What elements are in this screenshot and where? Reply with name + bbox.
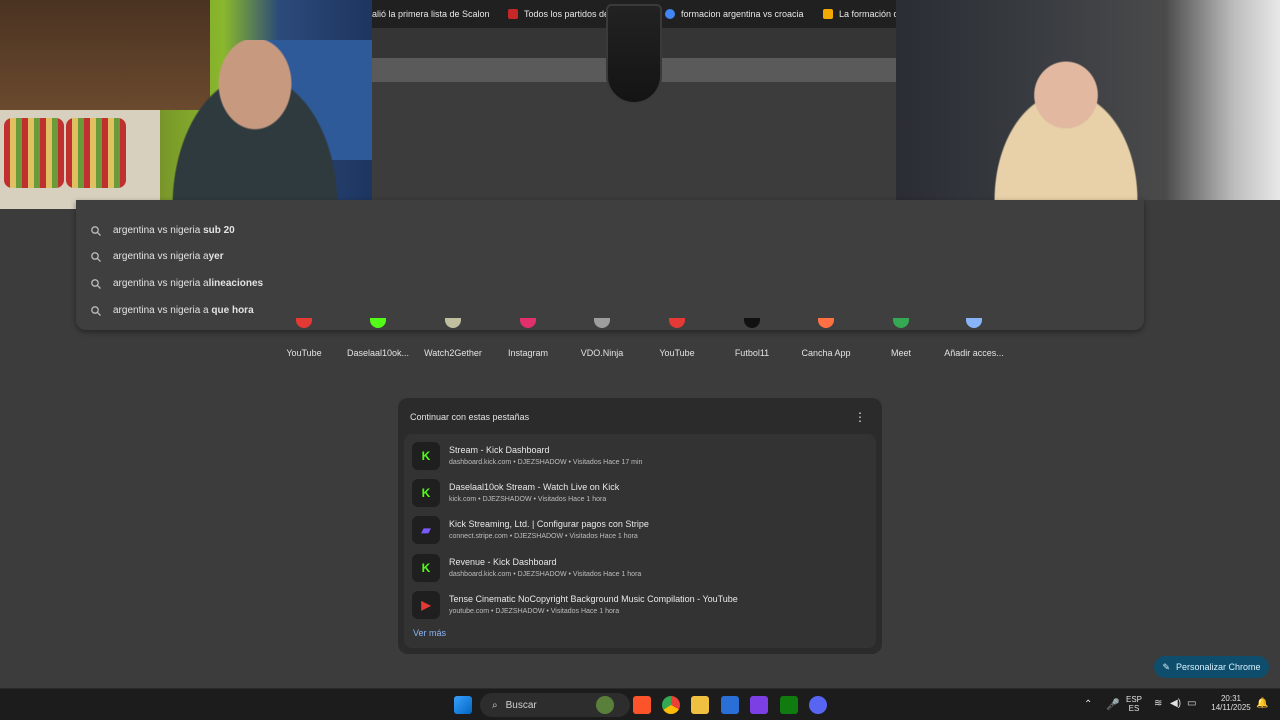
tab-favicon-icon <box>823 9 833 19</box>
microsoft-store-icon[interactable] <box>721 696 739 714</box>
instagram-icon <box>520 318 536 328</box>
discord-icon[interactable] <box>809 696 827 714</box>
tab-resume-item[interactable]: K Daselaal10ok Stream - Watch Live on Ki… <box>408 475 872 511</box>
youtube-icon <box>669 318 685 328</box>
search-icon <box>91 251 101 262</box>
shortcut-grid: YouTube Daselaal10ok... Watch2Gether Ins… <box>266 318 1014 374</box>
tab-favicon-icon <box>508 9 518 19</box>
kick-icon: K <box>412 442 440 470</box>
tab-title: Todos los partidos de la <box>524 9 608 19</box>
kick-icon: K <box>412 554 440 582</box>
tab-resume-item[interactable]: ▰ Kick Streaming, Ltd. | Configurar pago… <box>408 512 872 548</box>
shortcut-futbol11[interactable]: Futbol11 <box>714 318 790 358</box>
suggestion-item[interactable]: argentina vs nigeria ayer <box>76 243 1144 270</box>
customize-chrome-button[interactable]: ✎ Personalizar Chrome <box>1154 656 1269 678</box>
microphone-icon[interactable]: 🎤 <box>1106 698 1120 711</box>
file-explorer-icon[interactable] <box>691 696 709 714</box>
card-title: Continuar con estas pestañas <box>410 412 530 422</box>
vdo-ninja-icon <box>594 318 610 328</box>
shortcut-vdo-ninja[interactable]: VDO.Ninja <box>564 318 640 358</box>
tab-title: alió la primera lista de Scalon <box>372 9 490 19</box>
shield-overlay-icon <box>606 4 662 104</box>
tab-resume-item[interactable]: K Stream - Kick Dashboard dashboard.kick… <box>408 438 872 474</box>
kick-icon: K <box>412 479 440 507</box>
pencil-icon: ✎ <box>1162 661 1170 672</box>
suggestion-item[interactable]: argentina vs nigeria sub 20 <box>76 217 1144 244</box>
meet-icon <box>893 318 909 328</box>
more-vert-icon[interactable]: ⋮ <box>854 410 866 424</box>
shortcut-youtube[interactable]: YouTube <box>266 318 342 358</box>
shortcut-kick[interactable]: Daselaal10ok... <box>340 318 416 358</box>
webcam-right <box>896 0 1280 200</box>
shortcut-meet[interactable]: Meet <box>863 318 939 358</box>
futbol11-icon <box>744 318 760 328</box>
shortcut-instagram[interactable]: Instagram <box>490 318 566 358</box>
tab-resume-item[interactable]: K Revenue - Kick Dashboard dashboard.kic… <box>408 550 872 586</box>
add-icon <box>966 318 982 328</box>
volume-icon[interactable]: ◀) <box>1170 698 1181 709</box>
search-icon <box>91 278 101 289</box>
tab-title: formacion argentina vs croacia <box>681 9 804 19</box>
tab-title: La formación de <box>839 9 896 19</box>
windows-start-icon[interactable] <box>454 696 472 714</box>
watch2gether-icon <box>445 318 461 328</box>
stripe-icon: ▰ <box>412 516 440 544</box>
search-icon <box>91 305 101 316</box>
search-icon <box>91 225 101 236</box>
webcam-left <box>0 0 372 209</box>
browser-tab[interactable]: alió la primera lista de Scalon ✕ <box>372 4 494 24</box>
taskbar: ⌕ Buscar ⌃ 🎤 ESP ES ≋ ◀) ▭ 20:31 14/11/2… <box>0 688 1280 720</box>
omnibox-suggestions: argentina vs nigeria sub 20 argentina vs… <box>76 200 1144 330</box>
shortcut-cancha-app[interactable]: Cancha App <box>788 318 864 358</box>
language-indicator[interactable]: ESP ES <box>1126 695 1142 713</box>
chevron-up-icon[interactable]: ⌃ <box>1084 699 1092 710</box>
see-more-link[interactable]: Ver más <box>413 628 446 638</box>
browser-tab[interactable]: formacion argentina vs croacia ✕ <box>665 4 809 24</box>
google-icon <box>665 9 675 19</box>
tab-resume-item[interactable]: ▶ Tense Cinematic NoCopyright Background… <box>408 587 872 623</box>
notification-bell-icon[interactable]: 🔔 <box>1256 698 1268 709</box>
app-icon[interactable] <box>750 696 768 714</box>
browser-tab[interactable]: La formación de <box>823 4 896 24</box>
search-icon: ⌕ <box>492 699 498 711</box>
cancha-app-icon <box>818 318 834 328</box>
shortcut-youtube[interactable]: YouTube <box>639 318 715 358</box>
search-highlight-icon <box>596 696 614 714</box>
add-shortcut-button[interactable]: Añadir acces... <box>936 318 1012 358</box>
clock[interactable]: 20:31 14/11/2025 <box>1208 694 1254 712</box>
youtube-icon: ▶ <box>412 591 440 619</box>
battery-icon[interactable]: ▭ <box>1187 698 1196 709</box>
kick-icon <box>370 318 386 328</box>
chrome-icon[interactable] <box>662 696 680 714</box>
browser-tab[interactable]: Todos los partidos de la <box>508 4 608 24</box>
shortcut-watch2gether[interactable]: Watch2Gether <box>415 318 491 358</box>
wifi-icon[interactable]: ≋ <box>1154 698 1162 709</box>
brave-icon[interactable] <box>633 696 651 714</box>
suggestion-item[interactable]: argentina vs nigeria alineaciones <box>76 270 1144 297</box>
youtube-icon <box>296 318 312 328</box>
continue-tabs-card: Continuar con estas pestañas ⋮ K Stream … <box>398 398 882 654</box>
xbox-icon[interactable] <box>780 696 798 714</box>
